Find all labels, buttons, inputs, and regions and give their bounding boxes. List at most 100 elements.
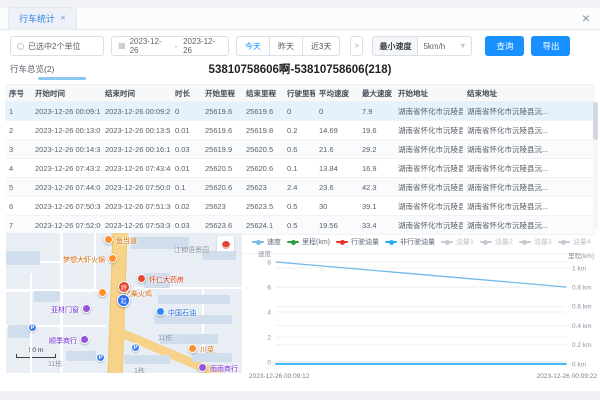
table-cell: 0.01	[171, 159, 201, 178]
export-button[interactable]: 导出	[531, 36, 570, 56]
table-cell: 25623.6	[201, 216, 242, 235]
table-row[interactable]: 52023-12-26 07:44:032023-12-26 07:50:090…	[5, 178, 595, 197]
legend-item[interactable]: 行驶油量	[336, 237, 379, 247]
table-cell: 30	[315, 197, 358, 216]
table-cell: 湖南省怀化市沅陵县沅...	[394, 121, 463, 140]
table-cell: 21.6	[315, 140, 358, 159]
map-parking-icon[interactable]: P	[96, 353, 105, 362]
table-row[interactable]: 62023-12-26 07:50:302023-12-26 07:51:300…	[5, 197, 595, 216]
legend-line-icon	[336, 241, 348, 243]
svg-text:0.6 km: 0.6 km	[572, 304, 592, 311]
min-speed-label: 最小速度	[372, 36, 418, 56]
legend-label: 油量3	[534, 237, 552, 247]
table-cell: 2023-12-26 00:09:25	[101, 102, 171, 121]
table-row[interactable]: 32023-12-26 00:14:382023-12-26 00:16:180…	[5, 140, 595, 159]
legend-item[interactable]: 里程(km)	[287, 237, 330, 247]
legend-item[interactable]: 油量1	[441, 237, 474, 247]
legend-dot-icon	[256, 240, 261, 245]
scrollbar-thumb[interactable]	[593, 102, 598, 140]
table-cell: 2023-12-26 07:52:00	[31, 216, 101, 235]
table-cell: 25619.9	[201, 140, 242, 159]
tab-driving-statistics[interactable]: 行车统计 ×	[8, 7, 77, 29]
table-cell: 29.2	[358, 140, 394, 159]
tab-close-icon[interactable]: ×	[60, 14, 66, 24]
table-cell: 湖南省怀化市沅陵县沅...	[394, 197, 463, 216]
table-row[interactable]: 42023-12-26 07:43:222023-12-26 07:43:480…	[5, 159, 595, 178]
today-button[interactable]: 今天	[236, 36, 270, 56]
map-poi-marker[interactable]	[104, 235, 113, 244]
map-poi-marker[interactable]	[188, 344, 197, 353]
column-header: 最大速度	[358, 85, 394, 102]
date-range-picker[interactable]: ▦ 2023-12-26 - 2023-12-26	[111, 36, 229, 56]
legend-item[interactable]: 非行驶油量	[385, 237, 435, 247]
table-cell: 湖南省怀化市沅陵县沅...	[394, 159, 463, 178]
table-cell: 25619.6	[242, 102, 283, 121]
table-cell: 2023-12-26 07:44:03	[31, 178, 101, 197]
legend-label: 速度	[267, 237, 281, 247]
table-cell: 42.3	[358, 178, 394, 197]
search-button[interactable]: 查询	[485, 36, 524, 56]
svg-text:0.8 km: 0.8 km	[572, 285, 592, 292]
table-cell: 2023-12-26 07:53:32	[101, 216, 171, 235]
column-header: 行驶里程	[283, 85, 315, 102]
legend-item[interactable]: 油量2	[480, 237, 513, 247]
date-start: 2023-12-26	[130, 37, 169, 55]
table-cell: 4	[5, 159, 31, 178]
window-close-icon[interactable]: ×	[582, 10, 590, 26]
table-row[interactable]: 72023-12-26 07:52:002023-12-26 07:53:320…	[5, 216, 595, 235]
map-parking-icon[interactable]: P	[28, 323, 37, 332]
last3days-button[interactable]: 近3天	[302, 36, 340, 56]
table-cell: 7	[5, 216, 31, 235]
map-building	[124, 355, 170, 364]
table-cell: 湖南省怀化市沅陵县沅...	[463, 121, 595, 140]
trip-end-marker[interactable]: 终	[118, 281, 130, 293]
legend-label: 油量2	[495, 237, 513, 247]
legend-line-icon	[385, 241, 397, 243]
table-cell: 25620.5	[242, 140, 283, 159]
table-header-row: 序号开始时间结束时间时长开始里程结束里程行驶里程平均速度最大速度开始地址结束地址	[5, 85, 595, 102]
table-cell: 2023-12-26 00:09:12	[31, 102, 101, 121]
table-cell: 25623	[242, 178, 283, 197]
table-cell: 25620.6	[201, 178, 242, 197]
table-cell: 0	[171, 102, 201, 121]
legend-dot-icon	[522, 240, 527, 245]
table-row[interactable]: 22023-12-26 00:13:022023-12-26 00:13:510…	[5, 121, 595, 140]
map-poi-marker[interactable]	[108, 254, 117, 263]
svg-text:8: 8	[267, 259, 271, 266]
vehicle-title: 53810758606啊-53810758606(218)	[0, 61, 600, 77]
map-parking-icon[interactable]: P	[131, 343, 140, 352]
legend-dot-icon	[561, 240, 566, 245]
min-speed-select[interactable]: 5km/h ▼	[418, 36, 472, 56]
table-cell: 33.4	[358, 216, 394, 235]
legend-item[interactable]: 油量3	[519, 237, 552, 247]
legend-item[interactable]: 速度	[252, 237, 281, 247]
table-cell: 0.1	[283, 159, 315, 178]
map-poi-marker[interactable]	[98, 288, 107, 297]
table-row[interactable]: 12023-12-26 00:09:122023-12-26 00:09:250…	[5, 102, 595, 121]
table-cell: 0.2	[283, 121, 315, 140]
map-poi-marker[interactable]	[198, 363, 207, 372]
date-end: 2023-12-26	[183, 37, 222, 55]
trip-start-marker[interactable]: 起	[117, 294, 130, 307]
table-scrollbar[interactable]	[593, 102, 598, 230]
table-cell: 2023-12-26 00:13:02	[31, 121, 101, 140]
map-poi-marker[interactable]	[137, 274, 146, 283]
legend-label: 里程(km)	[302, 237, 330, 247]
legend-line-icon	[558, 241, 570, 243]
table-cell: 25619.6	[201, 121, 242, 140]
more-ranges-button[interactable]: >	[350, 36, 363, 56]
unit-select[interactable]: 已选中2个单位	[10, 36, 104, 56]
map-poi-label: 鱼当道	[116, 236, 137, 246]
table-cell: 湖南省怀化市沅陵县沅...	[394, 140, 463, 159]
column-header: 结束时间	[101, 85, 171, 102]
legend-item[interactable]: 油量4	[558, 237, 591, 247]
map-poi-marker[interactable]	[82, 304, 91, 313]
radio-icon	[17, 43, 24, 50]
yesterday-button[interactable]: 昨天	[269, 36, 303, 56]
map-panel[interactable]: 50 m 江楠语景园11栋11栋1栋鱼当道梦想大虾火锅怀仁大药房亿柴火鸡亚材门窗…	[6, 233, 242, 373]
map-poi-marker[interactable]	[80, 335, 89, 344]
quick-range-group: 今天 昨天 近3天	[236, 36, 340, 56]
map-building	[66, 351, 96, 361]
column-header: 开始地址	[394, 85, 463, 102]
map-poi-marker[interactable]	[156, 307, 165, 316]
